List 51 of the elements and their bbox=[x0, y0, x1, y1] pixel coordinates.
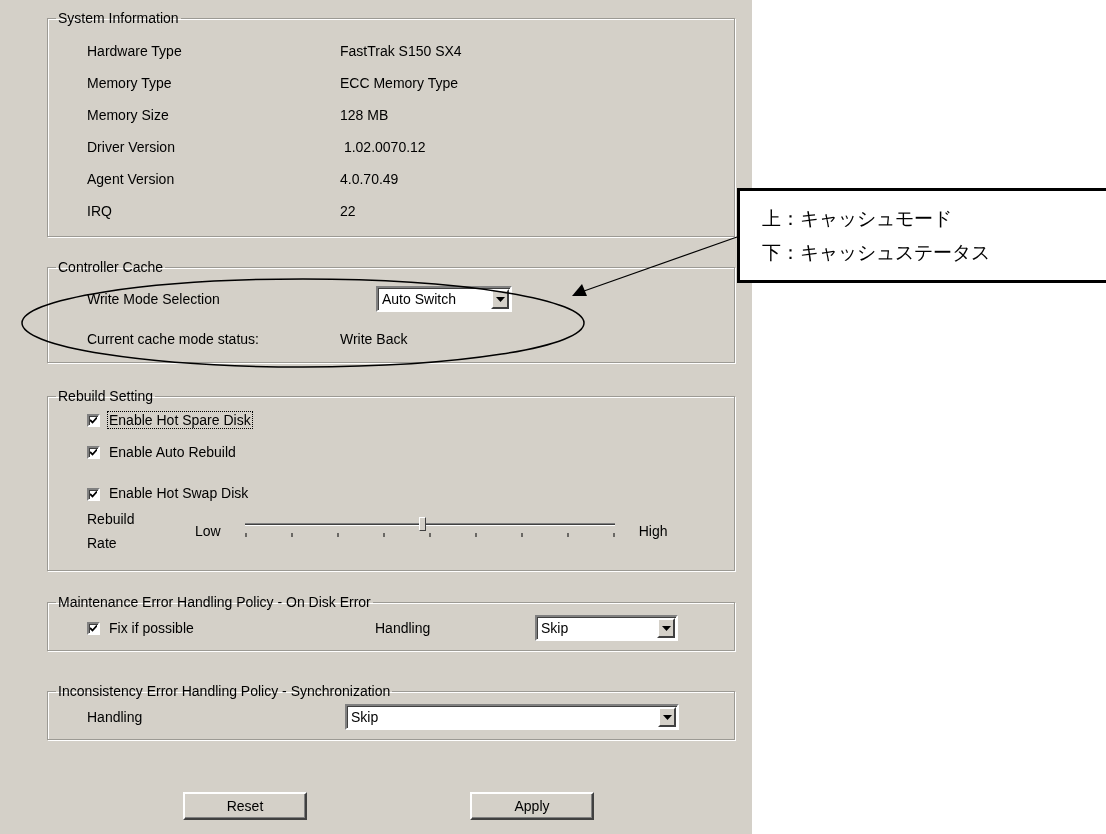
field-label: Driver Version bbox=[87, 138, 176, 156]
checkbox[interactable] bbox=[87, 488, 100, 501]
field-value: 4.0.70.49 bbox=[340, 170, 400, 188]
checkmark-icon bbox=[90, 448, 97, 456]
field-label: Memory Type bbox=[87, 74, 173, 92]
checkbox-label[interactable]: Enable Auto Rebuild bbox=[108, 444, 237, 460]
callout-text: 下：キャッシュステータス bbox=[762, 240, 991, 265]
dropdown[interactable]: Skip bbox=[345, 704, 679, 730]
dropdown-button[interactable] bbox=[657, 618, 675, 638]
field-value: 1.02.0070.12 bbox=[342, 138, 427, 156]
checkbox-label[interactable]: Enable Hot Swap Disk bbox=[108, 485, 250, 501]
checkbox[interactable] bbox=[87, 445, 100, 459]
checkbox[interactable] bbox=[87, 413, 100, 427]
slider-max-label: High bbox=[638, 522, 668, 540]
slider-label: Rebuild Rate bbox=[87, 510, 136, 553]
field-label: Memory Size bbox=[87, 106, 170, 124]
dropdown[interactable]: Auto Switch bbox=[376, 286, 512, 312]
checkmark-icon bbox=[90, 624, 97, 632]
action-button[interactable]: Reset bbox=[183, 792, 307, 820]
field-label: IRQ bbox=[87, 202, 113, 220]
group-title: Rebuild Setting bbox=[57, 388, 154, 404]
checkmark-icon bbox=[90, 416, 97, 424]
group-title: Maintenance Error Handling Policy - On Disk Error bbox=[57, 594, 372, 610]
field-value: 22 bbox=[340, 202, 357, 220]
field-value: ECC Memory Type bbox=[340, 74, 459, 92]
field-value: 128 MB bbox=[340, 106, 390, 124]
field-label: Write Mode Selection bbox=[87, 290, 221, 308]
action-button[interactable]: Apply bbox=[470, 792, 594, 820]
dropdown-button[interactable] bbox=[491, 289, 509, 309]
checkmark-icon bbox=[90, 491, 97, 498]
field-value: Write Back bbox=[340, 330, 408, 348]
slider-thumb[interactable] bbox=[419, 517, 427, 531]
group-title: System Information bbox=[57, 10, 180, 26]
dropdown-arrow-icon bbox=[495, 296, 505, 302]
dropdown[interactable]: Skip bbox=[535, 615, 678, 641]
group-title: Inconsistency Error Handling Policy - Synchronization bbox=[57, 683, 392, 699]
dropdown-arrow-icon bbox=[661, 625, 671, 631]
checkbox[interactable] bbox=[87, 621, 100, 635]
checkbox-label[interactable]: Fix if possible bbox=[108, 620, 375, 636]
checkbox-label[interactable]: Enable Hot Spare Disk bbox=[108, 412, 252, 428]
dropdown-arrow-icon bbox=[662, 714, 672, 720]
callout-text: 上：キャッシュモード bbox=[762, 206, 953, 231]
slider-min-label: Low bbox=[195, 522, 221, 540]
dropdown-button[interactable] bbox=[658, 707, 676, 727]
field-value: FastTrak S150 SX4 bbox=[340, 42, 463, 60]
field-label: Current cache mode status: bbox=[87, 330, 260, 348]
field-label: Hardware Type bbox=[87, 42, 183, 60]
group-title: Controller Cache bbox=[57, 259, 165, 275]
field-label: Agent Version bbox=[87, 170, 176, 188]
field-label: Handling bbox=[375, 619, 432, 637]
field-label: Handling bbox=[87, 708, 144, 726]
